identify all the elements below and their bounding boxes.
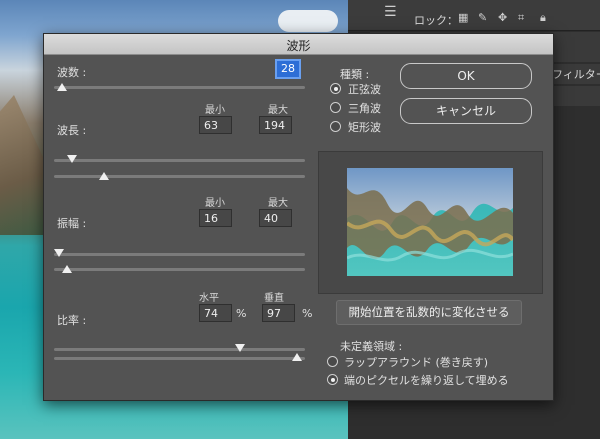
repeat-edge-radio[interactable] — [327, 374, 338, 385]
crop-icon[interactable]: ⌗ — [518, 11, 524, 25]
cloud-shape — [278, 10, 338, 32]
generators-slider-track[interactable] — [54, 86, 305, 89]
sine-radio[interactable] — [330, 83, 341, 94]
scale-vertical-unit: % — [302, 307, 313, 320]
generators-input[interactable]: 28 — [275, 59, 301, 79]
generators-slider-thumb[interactable] — [56, 83, 67, 91]
wavelength-max-label: 最大 — [268, 105, 288, 116]
wavelength-max-slider-thumb[interactable] — [99, 172, 110, 180]
wavelength-min-label: 最小 — [205, 105, 225, 116]
scale-horizontal-input[interactable]: 74 — [199, 304, 232, 322]
repeat-edge-option-label[interactable]: 端のピクセルを繰り返して埋める — [344, 372, 509, 388]
scale-horizontal-slider-track[interactable] — [54, 348, 305, 351]
brush-icon[interactable]: ✎ — [478, 11, 487, 24]
scale-vertical-label: 垂直 — [264, 293, 284, 304]
preview-image[interactable] — [347, 168, 513, 276]
scale-vertical-slider-track[interactable] — [54, 357, 305, 360]
square-option-label[interactable]: 矩形波 — [348, 119, 381, 135]
undefined-area-label: 未定義領域 : — [340, 340, 403, 353]
wave-dialog: 波形 波数 : 28 最小 最大 波長 : 63 194 最小 最大 振幅 : … — [43, 33, 554, 401]
wavelength-max-input[interactable]: 194 — [259, 116, 292, 134]
move-arrows-icon[interactable]: ✥ — [498, 11, 507, 24]
wavelength-label: 波長 : — [57, 124, 87, 137]
wavelength-min-input[interactable]: 63 — [199, 116, 232, 134]
amplitude-max-slider-thumb[interactable] — [61, 265, 72, 273]
scale-label: 比率 : — [57, 314, 87, 327]
filter-label: フィルター — [552, 68, 600, 81]
wavelength-min-slider-track[interactable] — [54, 159, 305, 162]
scale-horizontal-unit: % — [236, 307, 247, 320]
scale-horizontal-slider-thumb[interactable] — [234, 344, 245, 352]
triangle-radio[interactable] — [330, 102, 341, 113]
cancel-button[interactable]: キャンセル — [400, 98, 532, 124]
preview-frame — [318, 151, 543, 294]
padlock-icon[interactable]: 🔒︎ — [540, 11, 546, 25]
checker-grid-icon[interactable]: ▦ — [458, 11, 468, 24]
amplitude-label: 振幅 : — [57, 217, 87, 230]
type-label: 種類 : — [340, 68, 370, 81]
wavelength-max-slider-track[interactable] — [54, 175, 305, 178]
sine-option-label[interactable]: 正弦波 — [348, 81, 381, 97]
amplitude-min-input[interactable]: 16 — [199, 209, 232, 227]
dialog-titlebar[interactable]: 波形 — [44, 34, 553, 55]
dialog-title: 波形 — [286, 39, 311, 53]
panel-options-icon[interactable]: ☰ — [384, 4, 397, 20]
wrap-around-option-label[interactable]: ラップアラウンド (巻き戻す) — [344, 354, 488, 370]
wrap-around-radio[interactable] — [327, 356, 338, 367]
square-radio[interactable] — [330, 121, 341, 132]
randomize-button[interactable]: 開始位置を乱数的に変化させる — [336, 300, 522, 325]
preview-wave-graphic — [347, 168, 513, 276]
scale-horizontal-label: 水平 — [199, 293, 219, 304]
scale-vertical-slider-thumb[interactable] — [292, 353, 303, 361]
amplitude-max-input[interactable]: 40 — [259, 209, 292, 227]
amplitude-min-label: 最小 — [205, 198, 225, 209]
ok-button[interactable]: OK — [400, 63, 532, 89]
amplitude-min-slider-track[interactable] — [54, 253, 305, 256]
lock-label: ロック： — [414, 14, 458, 27]
wavelength-min-slider-thumb[interactable] — [66, 155, 77, 163]
generators-label: 波数 : — [57, 66, 87, 79]
amplitude-max-label: 最大 — [268, 198, 288, 209]
amplitude-max-slider-track[interactable] — [54, 268, 305, 271]
amplitude-min-slider-thumb[interactable] — [54, 249, 65, 257]
triangle-option-label[interactable]: 三角波 — [348, 100, 381, 116]
scale-vertical-input[interactable]: 97 — [262, 304, 295, 322]
